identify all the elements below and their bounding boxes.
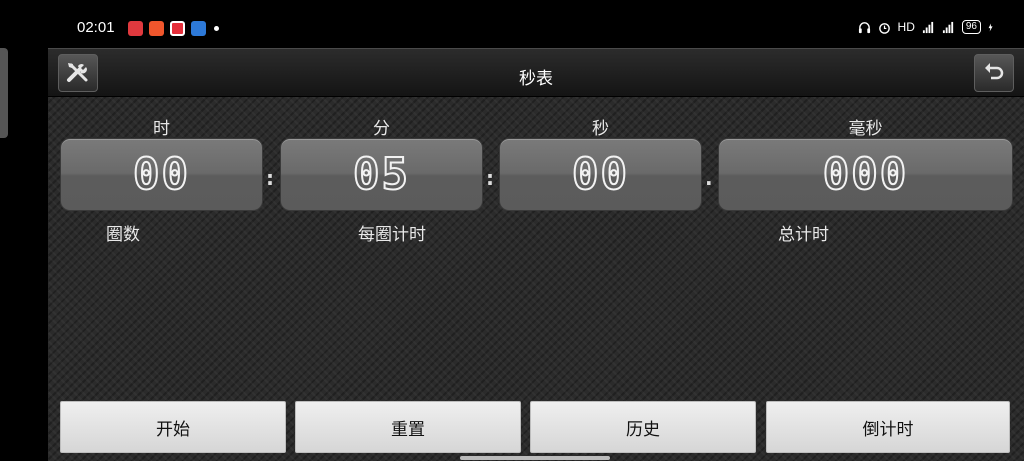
separator: : — [486, 166, 494, 190]
back-button[interactable] — [974, 54, 1014, 92]
minutes-value: 05 — [352, 148, 410, 201]
seconds-display: 00 — [499, 138, 702, 211]
side-handle[interactable] — [0, 48, 8, 138]
seconds-value: 00 — [571, 148, 629, 201]
minutes-label: 分 — [373, 119, 390, 139]
network-type: HD — [897, 20, 915, 34]
laps-label: 圈数 — [106, 225, 140, 245]
lap-time-label: 每圈计时 — [358, 225, 426, 245]
undo-icon — [985, 63, 1004, 80]
page-title: 秒表 — [519, 69, 553, 89]
alarm-icon — [878, 22, 890, 34]
seconds-label: 秒 — [592, 119, 609, 139]
reset-button[interactable]: 重置 — [295, 401, 521, 453]
milliseconds-value: 000 — [822, 148, 909, 201]
notification-icons — [128, 21, 219, 36]
app-notification-icon — [149, 21, 164, 36]
history-button[interactable]: 历史 — [530, 401, 756, 453]
gesture-bar[interactable] — [460, 456, 610, 460]
hours-value: 00 — [132, 148, 190, 201]
countdown-button[interactable]: 倒计时 — [766, 401, 1010, 453]
status-bar: 02:01 HD 96 — [0, 0, 1024, 48]
hours-label: 时 — [153, 119, 170, 139]
title-bar: 秒表 — [48, 48, 1024, 97]
separator: . — [705, 166, 713, 190]
milliseconds-display: 000 — [718, 138, 1013, 211]
app-notification-icon — [191, 21, 206, 36]
status-time: 02:01 — [77, 19, 115, 36]
app-notification-icon — [170, 21, 185, 36]
signal-icon — [942, 21, 954, 33]
total-time-label: 总计时 — [778, 225, 829, 245]
milliseconds-label: 毫秒 — [848, 119, 883, 139]
separator: : — [266, 166, 274, 190]
minutes-display: 05 — [280, 138, 483, 211]
battery-level: 96 — [961, 20, 981, 34]
start-button[interactable]: 开始 — [60, 401, 286, 453]
headphones-icon — [858, 21, 870, 33]
charging-icon — [988, 23, 993, 31]
hours-display: 00 — [60, 138, 263, 211]
app-notification-icon — [128, 21, 143, 36]
stopwatch-app: 秒表 时 分 秒 毫秒 00 : 05 : 00 . 000 圈数 每圈计时 总… — [48, 48, 1024, 461]
signal-icon — [922, 21, 934, 33]
status-indicators: HD 96 — [858, 20, 996, 34]
more-notifications-dot — [214, 26, 219, 31]
